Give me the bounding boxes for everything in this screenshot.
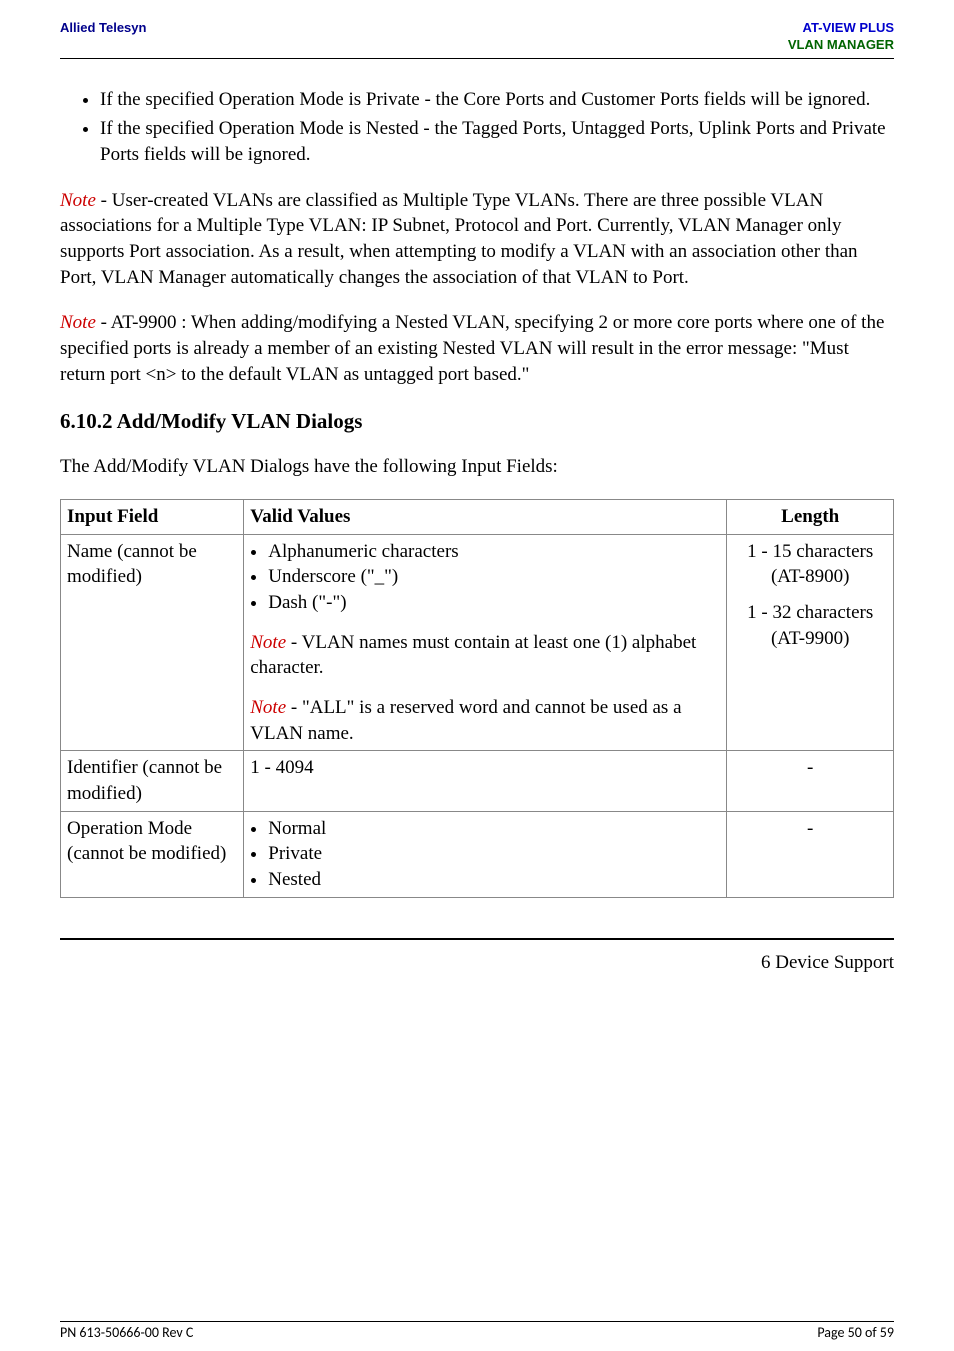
list-item: Nested [268, 867, 720, 893]
note-paragraph-2: Note - AT-9900 : When adding/modifying a… [60, 310, 894, 387]
values-bullets: Normal Private Nested [250, 816, 720, 893]
length-line: 1 - 32 characters [733, 600, 887, 626]
note-line: Note - VLAN names must contain at least … [250, 630, 720, 681]
section-intro: The Add/Modify VLAN Dialogs have the fol… [60, 454, 894, 480]
list-item: Underscore ("_") [268, 564, 720, 590]
cell-values: 1 - 4094 [244, 751, 727, 811]
length-line: 1 - 15 characters [733, 539, 887, 565]
length-line: (AT-9900) [733, 626, 887, 652]
cell-values: Normal Private Nested [244, 811, 727, 897]
values-bullets: Alphanumeric characters Underscore ("_")… [250, 539, 720, 616]
list-item: Alphanumeric characters [268, 539, 720, 565]
list-item: Normal [268, 816, 720, 842]
cell-length: - [727, 811, 894, 897]
note-body: - "ALL" is a reserved word and cannot be… [250, 697, 681, 744]
page-footer: PN 613-50666-00 Rev C Page 50 of 59 [60, 1321, 894, 1341]
list-item: If the specified Operation Mode is Priva… [100, 87, 894, 113]
cell-length: - [727, 751, 894, 811]
top-bullet-list: If the specified Operation Mode is Priva… [100, 87, 894, 168]
header-product: AT-VIEW PLUS VLAN MANAGER [788, 20, 894, 54]
list-item: Dash ("-") [268, 590, 720, 616]
note-body: - VLAN names must contain at least one (… [250, 632, 696, 679]
header-line1: AT-VIEW PLUS [788, 20, 894, 37]
page-header: Allied Telesyn AT-VIEW PLUS VLAN MANAGER [60, 20, 894, 59]
divider [60, 938, 894, 940]
footer-right: Page 50 of 59 [817, 1324, 894, 1341]
section-heading: 6.10.2 Add/Modify VLAN Dialogs [60, 407, 894, 435]
cell-field: Name (cannot be modified) [61, 534, 244, 750]
col-header-input-field: Input Field [61, 500, 244, 535]
table-row: Identifier (cannot be modified) 1 - 4094… [61, 751, 894, 811]
note-body: - AT-9900 : When adding/modifying a Nest… [60, 312, 884, 384]
note-label: Note [60, 190, 96, 211]
list-item: Private [268, 841, 720, 867]
note-label: Note [250, 697, 286, 718]
header-line2: VLAN MANAGER [788, 37, 894, 54]
list-item: If the specified Operation Mode is Neste… [100, 116, 894, 167]
section-nav-link[interactable]: 6 Device Support [60, 950, 894, 976]
footer-left: PN 613-50666-00 Rev C [60, 1324, 193, 1341]
col-header-valid-values: Valid Values [244, 500, 727, 535]
cell-field: Operation Mode (cannot be modified) [61, 811, 244, 897]
cell-length: 1 - 15 characters (AT-8900) 1 - 32 chara… [727, 534, 894, 750]
input-fields-table: Input Field Valid Values Length Name (ca… [60, 499, 894, 897]
note-body: - User-created VLANs are classified as M… [60, 190, 858, 288]
note-label: Note [60, 312, 96, 333]
length-line: (AT-8900) [733, 564, 887, 590]
note-line: Note - "ALL" is a reserved word and cann… [250, 695, 720, 746]
table-row: Name (cannot be modified) Alphanumeric c… [61, 534, 894, 750]
cell-values: Alphanumeric characters Underscore ("_")… [244, 534, 727, 750]
note-paragraph-1: Note - User-created VLANs are classified… [60, 188, 894, 291]
table-row: Operation Mode (cannot be modified) Norm… [61, 811, 894, 897]
note-label: Note [250, 632, 286, 653]
header-brand: Allied Telesyn [60, 20, 146, 35]
col-header-length: Length [727, 500, 894, 535]
cell-field: Identifier (cannot be modified) [61, 751, 244, 811]
